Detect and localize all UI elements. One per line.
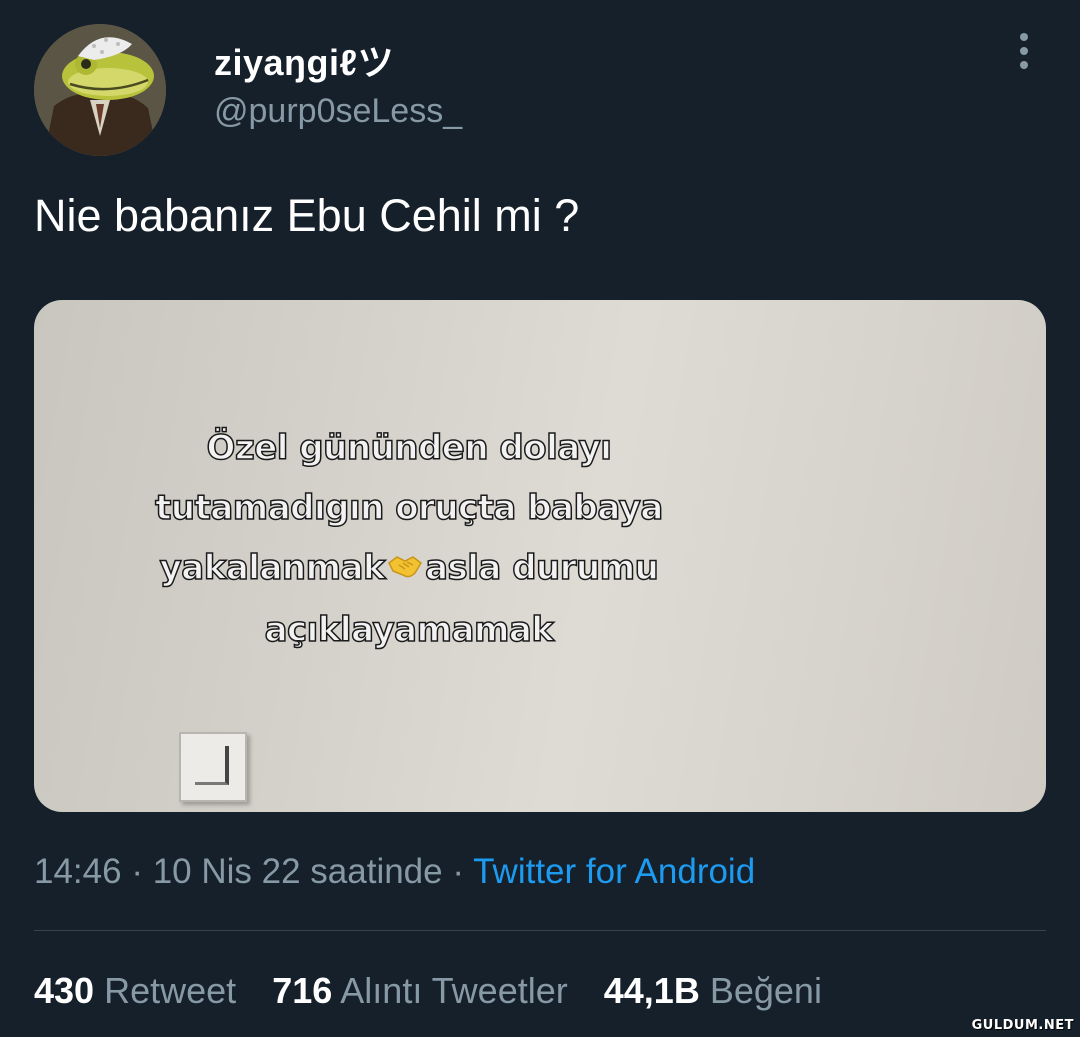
divider xyxy=(34,930,1046,931)
like-count: 44,1B xyxy=(603,970,700,1011)
like-count-link[interactable]: 44,1B Beğeni xyxy=(604,970,822,1011)
media-caption-line: yakalanmak asla durumu xyxy=(34,538,784,600)
tweet-media-image[interactable]: Özel gününden dolayı tutamadıgın oruçta … xyxy=(34,300,1046,812)
meta-separator: · xyxy=(121,852,153,891)
watermark: GULDUM.NET xyxy=(971,1018,1074,1033)
media-caption: Özel gününden dolayı tutamadıgın oruçta … xyxy=(34,418,784,660)
tweet-detail: ziyaŋgiℓツ @purp0seLess_ Nie babanız Ebu … xyxy=(0,0,1080,1037)
tweet-stats: 430 Retweet 716 Alıntı Tweetler 44,1B Be… xyxy=(34,970,848,1012)
display-name[interactable]: ziyaŋgiℓツ xyxy=(214,34,394,86)
like-label: Beğeni xyxy=(709,970,822,1011)
retweet-count-link[interactable]: 430 Retweet xyxy=(34,970,236,1011)
more-options-icon[interactable] xyxy=(1012,30,1036,72)
tweet-meta: 14:46 · 10 Nis 22 saatinde · Twitter for… xyxy=(34,852,755,892)
tweet-source-link[interactable]: Twitter for Android xyxy=(473,852,755,891)
media-caption-line: açıklayamamak xyxy=(264,609,555,651)
tweet-text: Nie babanız Ebu Cehil mi ? xyxy=(34,190,580,241)
avatar[interactable] xyxy=(34,24,166,156)
light-switch xyxy=(179,732,247,802)
user-handle[interactable]: @purp0seLess_ xyxy=(214,92,462,131)
retweet-count: 430 xyxy=(34,970,95,1011)
media-caption-fragment: asla durumu xyxy=(424,547,659,589)
media-caption-fragment: yakalanmak xyxy=(159,547,386,589)
handshake-icon xyxy=(387,540,423,600)
meta-separator: · xyxy=(442,852,474,891)
light-switch-rocker xyxy=(195,746,229,785)
frog-avatar-icon xyxy=(34,24,166,156)
tweet-time[interactable]: 14:46 xyxy=(34,852,122,891)
quote-count-link[interactable]: 716 Alıntı Tweetler xyxy=(272,970,568,1011)
media-caption-line: tutamadıgın oruçta babaya xyxy=(154,487,664,529)
tweet-date[interactable]: 10 Nis 22 saatinde xyxy=(153,852,443,891)
media-caption-line: Özel gününden dolayı xyxy=(206,427,613,469)
quote-count: 716 xyxy=(272,970,333,1011)
retweet-label: Retweet xyxy=(104,970,237,1011)
quote-label: Alıntı Tweetler xyxy=(340,970,568,1011)
